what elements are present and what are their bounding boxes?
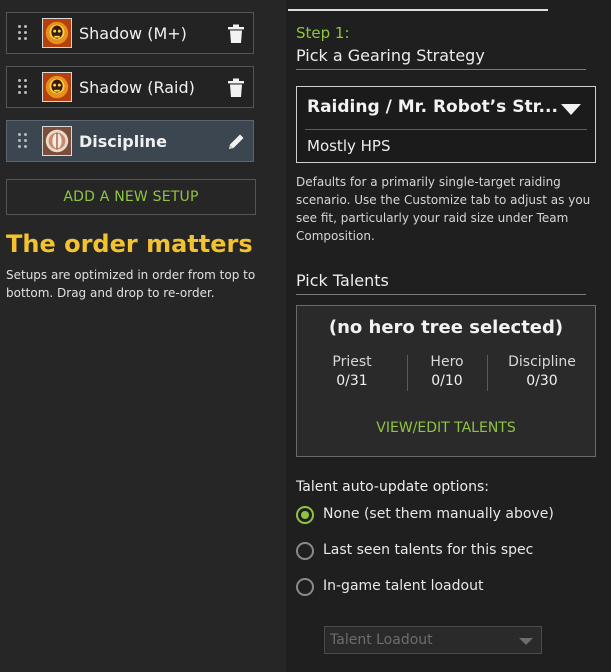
talent-column-name: Priest [332, 354, 372, 370]
strategy-description: Defaults for a primarily single-target r… [296, 175, 591, 243]
trash-icon[interactable] [227, 78, 245, 98]
strategy-panel: Step 1: Pick a Gearing Strategy Raiding … [286, 0, 611, 672]
setup-item-shadow-mplus[interactable]: Shadow (M+) [6, 12, 254, 54]
talent-column-hero: Hero 0/10 [412, 353, 482, 391]
order-heading: The order matters [6, 230, 253, 258]
radio-unselected-icon[interactable] [296, 542, 314, 560]
radio-label: In-game talent loadout [323, 578, 484, 594]
radio-unselected-icon[interactable] [296, 578, 314, 596]
dropdown-divider [305, 129, 587, 130]
drag-handle-icon[interactable] [18, 79, 28, 95]
column-divider [487, 355, 488, 391]
section-divider [296, 294, 586, 295]
gearing-strategy-title: Pick a Gearing Strategy [296, 46, 485, 65]
radio-label: None (set them manually above) [323, 506, 554, 522]
tab-underline [288, 0, 548, 11]
radio-selected-icon[interactable] [296, 506, 314, 524]
shadow-spec-icon [42, 72, 72, 102]
setup-label: Shadow (M+) [79, 24, 187, 43]
discipline-spec-icon [42, 126, 72, 156]
setup-label: Shadow (Raid) [79, 78, 195, 97]
pencil-icon[interactable] [227, 132, 245, 152]
caret-down-icon [561, 104, 581, 115]
setup-label: Discipline [79, 132, 167, 151]
talent-column-value: 0/10 [431, 373, 463, 389]
section-divider [296, 69, 586, 70]
talent-column-value: 0/30 [526, 373, 558, 389]
talent-column-class: Priest 0/31 [317, 353, 387, 391]
talent-summary-card: (no hero tree selected) Priest 0/31 Hero… [296, 305, 596, 457]
shadow-spec-icon [42, 18, 72, 48]
pick-talents-title: Pick Talents [296, 271, 389, 290]
talent-column-name: Hero [430, 354, 464, 370]
radio-label: Last seen talents for this spec [323, 542, 534, 558]
auto-update-label: Talent auto-update options: [296, 479, 490, 495]
strategy-name: Raiding / Mr. Robot’s Str... [307, 97, 558, 117]
setup-list-panel: Shadow (M+) Shadow (Raid) Discipline ADD… [0, 0, 286, 672]
strategy-subtitle: Mostly HPS [307, 137, 391, 155]
step-label: Step 1: [296, 24, 350, 42]
view-edit-talents-button[interactable]: VIEW/EDIT TALENTS [297, 420, 595, 436]
caret-down-icon [519, 638, 533, 645]
gearing-strategy-dropdown[interactable]: Raiding / Mr. Robot’s Str... Mostly HPS [296, 86, 596, 163]
order-description: Setups are optimized in order from top t… [6, 268, 256, 300]
talent-column-value: 0/31 [336, 373, 368, 389]
setup-item-discipline[interactable]: Discipline [6, 120, 254, 162]
trash-icon[interactable] [227, 24, 245, 44]
add-setup-button[interactable]: ADD A NEW SETUP [6, 179, 256, 215]
drag-handle-icon[interactable] [18, 25, 28, 41]
drag-handle-icon[interactable] [18, 133, 28, 149]
setup-item-shadow-raid[interactable]: Shadow (Raid) [6, 66, 254, 108]
column-divider [407, 355, 408, 391]
loadout-placeholder: Talent Loadout [330, 632, 433, 648]
talent-column-spec: Discipline 0/30 [497, 353, 587, 391]
hero-tree-status: (no hero tree selected) [328, 317, 564, 338]
talent-loadout-select[interactable]: Talent Loadout [324, 626, 542, 654]
talent-column-name: Discipline [508, 354, 576, 370]
